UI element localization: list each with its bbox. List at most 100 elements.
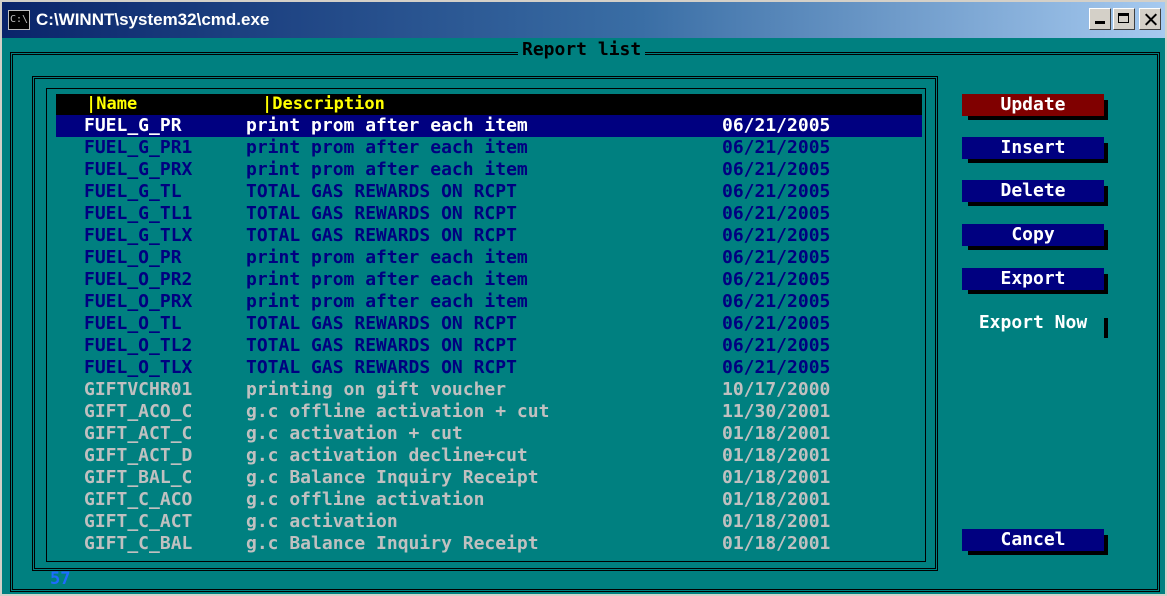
table-row[interactable]: FUEL_O_PR print prom after each item 06/21… xyxy=(56,247,922,269)
row-name: GIFT_ACO_C xyxy=(84,401,193,422)
table-row[interactable]: FUEL_G_TL1 TOTAL GAS REWARDS ON RCPT 06/21… xyxy=(56,203,922,225)
row-name: FUEL_O_PRX xyxy=(84,291,193,312)
row-date: 06/21/2005 xyxy=(722,335,831,356)
row-date: 06/21/2005 xyxy=(722,291,831,312)
row-description: print prom after each item xyxy=(246,115,528,136)
row-description: g.c offline activation + cut xyxy=(246,401,550,422)
minimize-button[interactable] xyxy=(1089,8,1111,30)
console-area: Report list 57 |Name |Description FUEL_G… xyxy=(2,38,1165,594)
row-description: TOTAL GAS REWARDS ON RCPT xyxy=(246,335,517,356)
row-description: g.c activation xyxy=(246,511,398,532)
table-header: |Name |Description xyxy=(56,94,922,115)
row-description: TOTAL GAS REWARDS ON RCPT xyxy=(246,357,517,378)
row-name: FUEL_G_PR1 xyxy=(84,137,193,158)
row-description: g.c offline activation xyxy=(246,489,485,510)
table-row[interactable]: GIFT_ACT_C g.c activation + cut 01/18/2001 xyxy=(56,423,922,445)
row-name: FUEL_G_PRX xyxy=(84,159,193,180)
delete-button[interactable]: Delete xyxy=(962,180,1108,206)
row-description: print prom after each item xyxy=(246,137,528,158)
row-name: FUEL_G_TL1 xyxy=(84,203,193,224)
table-row[interactable]: GIFTVCHR01 printing on gift voucher 10/17/… xyxy=(56,379,922,401)
table-row[interactable]: FUEL_G_PR print prom after each item 06/21… xyxy=(56,115,922,137)
row-name: GIFTVCHR01 xyxy=(84,379,193,400)
row-name: FUEL_G_PR xyxy=(84,115,182,136)
row-name: FUEL_O_PR xyxy=(84,247,182,268)
record-count: 57 xyxy=(46,570,75,588)
column-header-name[interactable]: |Name xyxy=(86,94,137,115)
row-description: print prom after each item xyxy=(246,159,528,180)
row-date: 06/21/2005 xyxy=(722,115,831,136)
row-name: FUEL_O_TLX xyxy=(84,357,193,378)
row-date: 01/18/2001 xyxy=(722,467,831,488)
row-description: TOTAL GAS REWARDS ON RCPT xyxy=(246,181,517,202)
table-row[interactable]: GIFT_C_ACO g.c offline activation 01/18/20… xyxy=(56,489,922,511)
row-date: 06/21/2005 xyxy=(722,225,831,246)
table-row[interactable]: FUEL_O_PR2 print prom after each item 06/2… xyxy=(56,269,922,291)
table-row[interactable]: FUEL_O_TLX TOTAL GAS REWARDS ON RCPT 06/21… xyxy=(56,357,922,379)
row-date: 01/18/2001 xyxy=(722,423,831,444)
export-now-button[interactable]: Export Now xyxy=(962,312,1108,338)
table-row[interactable]: FUEL_G_PR1 print prom after each item 06/2… xyxy=(56,137,922,159)
row-name: GIFT_C_ACT xyxy=(84,511,193,532)
close-button[interactable] xyxy=(1139,8,1161,30)
table-row[interactable]: FUEL_G_TLX TOTAL GAS REWARDS ON RCPT 06/21… xyxy=(56,225,922,247)
row-name: GIFT_ACT_D xyxy=(84,445,193,466)
cmd-window: C:\ C:\WINNT\system32\cmd.exe Report lis… xyxy=(0,0,1167,596)
row-name: FUEL_O_TL xyxy=(84,313,182,334)
row-description: g.c activation decline+cut xyxy=(246,445,528,466)
window-title: C:\WINNT\system32\cmd.exe xyxy=(36,10,270,29)
row-description: g.c Balance Inquiry Receipt xyxy=(246,467,539,488)
cmd-app-icon[interactable]: C:\ xyxy=(8,10,30,30)
row-name: GIFT_ACT_C xyxy=(84,423,193,444)
frame-title: Report list xyxy=(518,39,646,61)
report-rows: FUEL_G_PR print prom after each item 06/21… xyxy=(56,115,922,555)
table-row[interactable]: FUEL_O_TL2 TOTAL GAS REWARDS ON RCPT 06/21… xyxy=(56,335,922,357)
row-date: 01/18/2001 xyxy=(722,489,831,510)
table-row[interactable]: GIFT_C_ACT g.c activation 01/18/2001 xyxy=(56,511,922,533)
update-button[interactable]: Update xyxy=(962,94,1108,120)
row-date: 11/30/2001 xyxy=(722,401,831,422)
row-description: TOTAL GAS REWARDS ON RCPT xyxy=(246,313,517,334)
row-description: g.c activation + cut xyxy=(246,423,463,444)
row-date: 06/21/2005 xyxy=(722,181,831,202)
table-row[interactable]: GIFT_C_BAL g.c Balance Inquiry Receipt 01/… xyxy=(56,533,922,555)
table-row[interactable]: FUEL_G_PRX print prom after each item 06/2… xyxy=(56,159,922,181)
row-description: g.c Balance Inquiry Receipt xyxy=(246,533,539,554)
table-row[interactable]: FUEL_O_PRX print prom after each item 06/2… xyxy=(56,291,922,313)
table-row[interactable]: FUEL_O_TL TOTAL GAS REWARDS ON RCPT 06/21/… xyxy=(56,313,922,335)
row-date: 01/18/2001 xyxy=(722,511,831,532)
row-name: FUEL_O_TL2 xyxy=(84,335,193,356)
row-description: TOTAL GAS REWARDS ON RCPT xyxy=(246,203,517,224)
row-date: 06/21/2005 xyxy=(722,247,831,268)
row-date: 01/18/2001 xyxy=(722,445,831,466)
maximize-button[interactable] xyxy=(1113,8,1135,30)
table-row[interactable]: GIFT_BAL_C g.c Balance Inquiry Receipt 01/… xyxy=(56,467,922,489)
row-date: 06/21/2005 xyxy=(722,269,831,290)
cancel-button[interactable]: Cancel xyxy=(962,529,1108,555)
export-button[interactable]: Export xyxy=(962,268,1108,294)
table-row[interactable]: FUEL_G_TL TOTAL GAS REWARDS ON RCPT 06/21/… xyxy=(56,181,922,203)
row-description: print prom after each item xyxy=(246,269,528,290)
row-date: 06/21/2005 xyxy=(722,357,831,378)
row-name: GIFT_C_BAL xyxy=(84,533,193,554)
row-name: FUEL_G_TLX xyxy=(84,225,193,246)
row-description: TOTAL GAS REWARDS ON RCPT xyxy=(246,225,517,246)
row-description: print prom after each item xyxy=(246,291,528,312)
row-date: 01/18/2001 xyxy=(722,533,831,554)
row-date: 10/17/2000 xyxy=(722,379,831,400)
row-date: 06/21/2005 xyxy=(722,159,831,180)
table-row[interactable]: GIFT_ACT_D g.c activation decline+cut 01/1… xyxy=(56,445,922,467)
row-description: print prom after each item xyxy=(246,247,528,268)
copy-button[interactable]: Copy xyxy=(962,224,1108,250)
row-name: GIFT_BAL_C xyxy=(84,467,193,488)
row-name: FUEL_O_PR2 xyxy=(84,269,193,290)
window-controls xyxy=(1089,8,1161,30)
insert-button[interactable]: Insert xyxy=(962,137,1108,163)
table-row[interactable]: GIFT_ACO_C g.c offline activation + cut 11… xyxy=(56,401,922,423)
column-header-description[interactable]: |Description xyxy=(262,94,385,115)
row-name: GIFT_C_ACO xyxy=(84,489,193,510)
row-date: 06/21/2005 xyxy=(722,313,831,334)
row-name: FUEL_G_TL xyxy=(84,181,182,202)
row-date: 06/21/2005 xyxy=(722,203,831,224)
title-bar[interactable]: C:\ C:\WINNT\system32\cmd.exe xyxy=(2,2,1165,38)
